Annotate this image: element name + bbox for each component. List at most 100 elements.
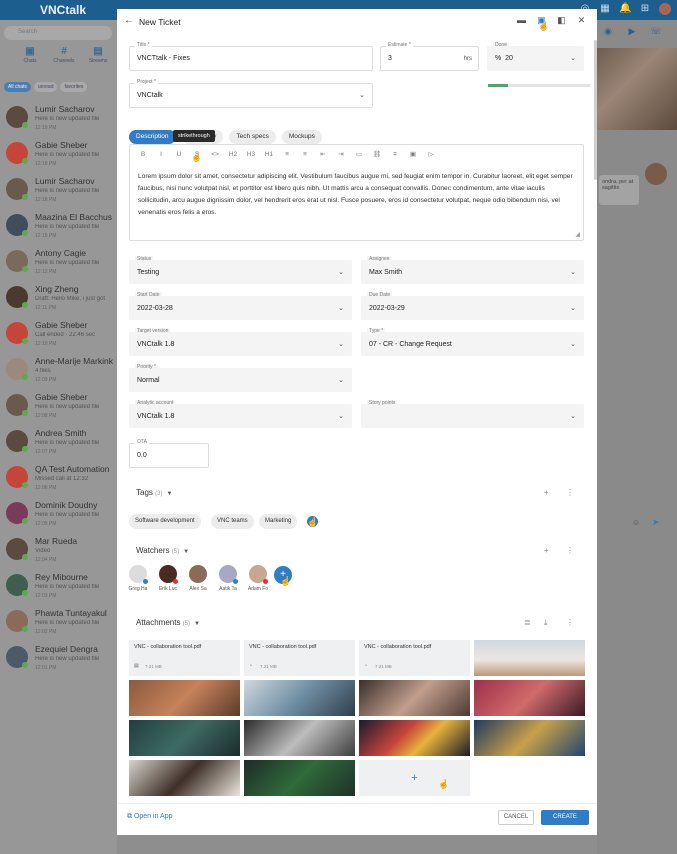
ota-field[interactable]: OTA 0.0	[129, 439, 209, 468]
numbered-list-icon[interactable]: ≡	[298, 149, 312, 161]
conversation-item[interactable]: Phawta Tuntayakul Here is new updated fil…	[4, 604, 116, 640]
attachment-image[interactable]	[244, 680, 355, 716]
conversation-item[interactable]: Lumir Sacharov Here is new updated file 12…	[4, 100, 116, 136]
conversation-item[interactable]: Maazina El Bacchus Here is new updated fi…	[4, 208, 116, 244]
done-select[interactable]: Done % 20 ⌄	[487, 42, 584, 71]
conversation-item[interactable]: Gabie Sheber Here is new updated file 12:1…	[4, 136, 116, 172]
embed-icon[interactable]: ⌗	[388, 149, 402, 161]
filter-all[interactable]: All chats	[4, 82, 31, 92]
title-field[interactable]: Title * VNCTtalk - Fixes	[129, 42, 373, 71]
indent-icon[interactable]: ⇥	[334, 149, 348, 161]
list-view-icon[interactable]: ≣	[524, 618, 531, 627]
watcher-avatar[interactable]: Alex Sa	[183, 565, 213, 592]
link-icon[interactable]: ⛓	[370, 149, 384, 161]
table-icon[interactable]: ▭	[352, 149, 366, 161]
send-icon[interactable]: ➤	[652, 517, 660, 528]
attachment-file[interactable]: VNC - collaboration tool.pdf ▤ 7.21 MB	[129, 640, 240, 676]
attachment-image[interactable]	[474, 680, 585, 716]
bold-icon[interactable]: B	[136, 149, 150, 161]
apps-icon[interactable]: ⊞	[639, 3, 651, 15]
view-mode-icon[interactable]: ▬	[516, 15, 527, 26]
conversation-item[interactable]: Rey Mibourne Here is new updated file 12:0…	[4, 568, 116, 604]
target-version-select[interactable]: Target version VNCtalk 1.8 ⌄	[129, 328, 352, 356]
search-input[interactable]: Search	[4, 26, 112, 40]
attachments-section-title[interactable]: Attachments (5) ▼	[136, 618, 200, 627]
scrollbar[interactable]	[594, 40, 597, 180]
conversation-item[interactable]: Antony Cagie Here is new updated file 12:1…	[4, 244, 116, 280]
resize-handle-icon[interactable]: ◢	[575, 231, 580, 238]
priority-select[interactable]: Priority * Normal ⌄	[129, 364, 352, 392]
heading-3-icon[interactable]: H3	[244, 149, 258, 161]
grid-icon[interactable]: ▦	[599, 3, 611, 15]
tag-chip[interactable]: Software development	[129, 514, 201, 529]
tag-chip[interactable]: Marketing	[259, 514, 298, 529]
type-select[interactable]: Type * 07 - CR - Change Request ⌄	[361, 328, 584, 356]
create-button[interactable]: CREATE	[541, 810, 589, 825]
attachment-image[interactable]	[474, 720, 585, 756]
attachment-image[interactable]	[129, 760, 240, 796]
filter-favorites[interactable]: favorites	[60, 82, 88, 92]
video-icon[interactable]: ▷	[424, 149, 438, 161]
description-text[interactable]: Lorem ipsum dolor sit amet, consectetur …	[138, 171, 578, 219]
cancel-button[interactable]: CANCEL	[498, 810, 534, 825]
nav-tab-channels[interactable]: # Channels	[50, 46, 78, 72]
project-select[interactable]: Project * VNCtalk ⌄	[129, 79, 373, 108]
conversation-item[interactable]: Ezequiel Dengra Here is new updated file 1…	[4, 640, 116, 676]
more-vert-icon[interactable]: ⋮	[566, 618, 574, 627]
back-arrow-icon[interactable]: ←	[124, 15, 134, 26]
tags-section-title[interactable]: Tags (3) ▼	[136, 488, 172, 497]
watcher-avatar[interactable]: Aatik Ta	[213, 565, 243, 592]
download-icon[interactable]: ⤓	[544, 618, 548, 628]
conversation-item[interactable]: Andrea Smith Here is new updated file 12:0…	[4, 424, 116, 460]
attachment-image[interactable]	[359, 680, 470, 716]
heading-1-icon[interactable]: H1	[262, 149, 276, 161]
attachment-image[interactable]	[129, 720, 240, 756]
due-date-field[interactable]: Due Date 2022-03-29 ⌄	[361, 292, 584, 320]
tab-description[interactable]: Description	[129, 130, 176, 144]
story-points-select[interactable]: Story points ⌄	[361, 400, 584, 428]
avatar-icon[interactable]: ◉	[601, 26, 615, 40]
italic-icon[interactable]: I	[154, 149, 168, 161]
tab-tech-specs[interactable]: Tech specs	[229, 130, 276, 144]
close-icon[interactable]: ✕	[576, 15, 587, 26]
more-vert-icon[interactable]: ⋮	[566, 488, 574, 497]
heading-2-icon[interactable]: H2	[226, 149, 240, 161]
tag-chip[interactable]: VNC teams	[211, 514, 254, 529]
more-vert-icon[interactable]: ⋮	[566, 546, 574, 555]
emoji-icon[interactable]: ☺	[632, 518, 640, 527]
watchers-section-title[interactable]: Watchers (5) ▼	[136, 546, 189, 555]
code-icon[interactable]: <>	[208, 149, 222, 161]
attachment-file[interactable]: VNC - collaboration tool.pdf ◔ 7.21 MB	[359, 640, 470, 676]
attachment-image[interactable]	[129, 680, 240, 716]
conversation-item[interactable]: Mar Rueda Video 12:04 PM	[4, 532, 116, 568]
attachment-file[interactable]: VNC - collaboration tool.pdf ◔ 7.21 MB	[244, 640, 355, 676]
outdent-icon[interactable]: ⇤	[316, 149, 330, 161]
conversation-item[interactable]: Xing Zheng Draft: Hello Mike, i just got 1…	[4, 280, 116, 316]
conversation-item[interactable]: Gabie Sheber Here is new updated file 12:0…	[4, 388, 116, 424]
attachment-image[interactable]	[244, 720, 355, 756]
conversation-item[interactable]: Lumir Sacharov Here is new updated file 12…	[4, 172, 116, 208]
conversation-item[interactable]: Gabie Sheber Call ended · 22:46 sec 12:10 …	[4, 316, 116, 352]
status-select[interactable]: Status Testing ⌄	[129, 256, 352, 284]
tab-mockups[interactable]: Mockups	[281, 130, 322, 144]
conversation-item[interactable]: QA Test Automation Missed call at 12:32 12…	[4, 460, 116, 496]
start-date-field[interactable]: Start Date 2022-03-28 ⌄	[129, 292, 352, 320]
video-call-icon[interactable]: ▶	[625, 26, 639, 40]
attachment-image[interactable]	[244, 760, 355, 796]
attachment-image[interactable]	[474, 640, 585, 676]
more-icon[interactable]: ⋮	[673, 26, 677, 40]
analytic-account-select[interactable]: Analytic account VNCtalk 1.8 ⌄	[129, 400, 352, 428]
conversation-item[interactable]: Dominik Doudny Here is new updated file 12…	[4, 496, 116, 532]
bullet-list-icon[interactable]: ≡	[280, 149, 294, 161]
add-watcher-icon[interactable]: +	[544, 546, 549, 555]
estimate-field[interactable]: Estimate * 3 hrs	[380, 42, 479, 71]
user-avatar[interactable]	[659, 3, 671, 15]
image-icon[interactable]: ▣	[406, 149, 420, 161]
underline-icon[interactable]: U	[172, 149, 186, 161]
conversation-item[interactable]: Anne-Marije Markink 4 files 12:09 PM	[4, 352, 116, 388]
watcher-avatar[interactable]: Greg Ha	[123, 565, 153, 592]
nav-tab-chats[interactable]: ▣ Chats	[16, 46, 44, 72]
filter-unread[interactable]: unread	[33, 82, 58, 92]
watcher-avatar[interactable]: Erik Luc	[153, 565, 183, 592]
assignee-select[interactable]: Assignee Max Smith ⌄	[361, 256, 584, 284]
